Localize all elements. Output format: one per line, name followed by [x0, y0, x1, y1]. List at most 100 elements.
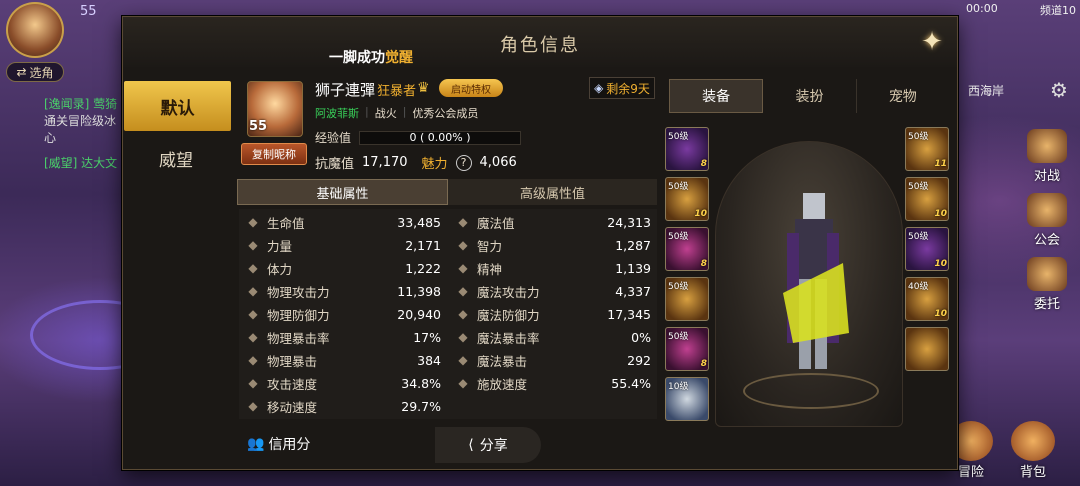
equipment-level: 50级	[668, 232, 689, 242]
copy-name-button[interactable]: 复制昵称	[241, 143, 307, 165]
intellect-icon: ◆	[458, 238, 468, 252]
heart-icon: ◆	[248, 215, 258, 229]
equipment-level: 50级	[908, 232, 929, 242]
move-speed-icon: ◆	[248, 399, 258, 413]
attribute-row: ◆ 体力 1,222	[245, 257, 441, 279]
equipment-level: 40级	[908, 282, 929, 292]
equipment-slot[interactable]: 50级	[665, 277, 709, 321]
attribute-row: ◆ 魔法暴击率 0%	[455, 326, 651, 348]
location-label: 西海岸	[968, 84, 1005, 98]
swap-icon: ⇄	[16, 65, 27, 79]
attribute-value: 1,222	[405, 260, 441, 276]
attribute-name: 移动速度	[267, 399, 318, 415]
diamond-icon: ◈	[594, 81, 604, 95]
tab-prestige[interactable]: 威望	[123, 133, 229, 183]
close-icon[interactable]: ✦	[915, 25, 949, 59]
attribute-name: 魔法攻击力	[477, 284, 540, 300]
attribute-name: 物理攻击力	[267, 284, 330, 300]
guild-button[interactable]: 公会	[1022, 192, 1072, 248]
server-tag: 阿波菲斯	[315, 107, 359, 120]
tab-advanced-attributes[interactable]: 高级属性值	[448, 179, 657, 205]
channel-label[interactable]: 频道10	[1040, 2, 1076, 18]
equipment-level: 50级	[908, 132, 929, 142]
equipment-slot[interactable]: 50级 8	[665, 327, 709, 371]
attribute-value: 1,287	[615, 237, 651, 253]
gear-icon[interactable]: ⚙	[1050, 78, 1068, 102]
attribute-row: ◆ 物理暴击率 17%	[245, 326, 441, 348]
tab-pet[interactable]: 宠物	[857, 79, 949, 113]
guild-icon	[1027, 193, 1067, 227]
equipment-slot[interactable]: 50级 8	[665, 227, 709, 271]
attribute-row: ◆ 魔法暴击 292	[455, 349, 651, 371]
share-button[interactable]: ⟨ 分享	[435, 427, 541, 463]
character-info-panel: 角色信息 一脚成功觉醒 ✦ 默认 威望 55 复制昵称 狮子連彈 狂暴者 ♛ 启…	[122, 16, 958, 470]
equipment-tabs: 装备 装扮 宠物	[669, 79, 949, 113]
equipment-slot[interactable]: 50级 10	[665, 177, 709, 221]
equipment-level: 50级	[668, 182, 689, 192]
sword-icon: ◆	[248, 284, 258, 298]
character-class: 狂暴者	[377, 84, 417, 99]
equipment-slot[interactable]: 50级 11	[905, 127, 949, 171]
side-tabs: 默认 威望	[123, 81, 231, 185]
attribute-name: 魔法值	[477, 215, 515, 231]
crown-icon: ♛	[417, 80, 430, 96]
credit-score-button[interactable]: 👥 信用分	[243, 427, 343, 461]
attribute-name: 魔法暴击	[477, 353, 528, 369]
enhance-badge: 10	[694, 209, 707, 219]
switch-character-button[interactable]: ⇄ 选角	[6, 62, 64, 82]
help-icon[interactable]: ?	[455, 154, 472, 171]
tab-equipment[interactable]: 装备	[669, 79, 764, 113]
equipment-level: 50级	[668, 332, 689, 342]
awaken-banner: 一脚成功觉醒	[329, 50, 413, 66]
attribute-row: ◆ 施放速度 55.4%	[455, 372, 651, 394]
attribute-row: ◆ 魔法值 24,313	[455, 211, 651, 233]
attribute-name: 魔法防御力	[477, 307, 540, 323]
tab-outfit[interactable]: 装扮	[763, 79, 857, 113]
equipment-level: 50级	[908, 182, 929, 192]
attribute-row: ◆ 魔法防御力 17,345	[455, 303, 651, 325]
guild-name[interactable]: 战火	[375, 105, 397, 121]
anti-magic-row: 抗魔值 17,170 魅力 ? 4,066	[315, 154, 517, 172]
equipment-slot[interactable]: 40级 10	[905, 277, 949, 321]
attribute-value: 24,313	[607, 214, 651, 230]
attribute-name: 魔法暴击率	[477, 330, 540, 346]
attribute-row: ◆ 攻击速度 34.8%	[245, 372, 441, 394]
enhance-badge: 8	[700, 159, 707, 169]
enhance-badge: 10	[934, 259, 947, 269]
magic-crit-dmg-icon: ◆	[458, 353, 468, 367]
attribute-row: ◆ 生命值 33,485	[245, 211, 441, 233]
attribute-value: 33,485	[397, 214, 441, 230]
equipment-slot[interactable]: 50级 10	[905, 177, 949, 221]
player-avatar[interactable]	[6, 2, 64, 58]
attribute-name: 攻击速度	[267, 376, 318, 392]
attribute-value: 1,139	[615, 260, 651, 276]
shield-icon: ◆	[248, 307, 258, 321]
magic-attack-icon: ◆	[458, 284, 468, 298]
privilege-button[interactable]: 启动特权	[439, 79, 503, 97]
tab-basic-attributes[interactable]: 基础属性	[237, 179, 448, 205]
swords-icon	[1027, 129, 1067, 163]
tab-default[interactable]: 默认	[124, 81, 231, 131]
attribute-tabs: 基础属性 高级属性值	[237, 179, 657, 205]
attribute-value: 11,398	[397, 283, 441, 299]
attribute-value: 55.4%	[611, 375, 651, 391]
attribute-name: 智力	[477, 238, 503, 254]
people-icon: 👥	[247, 436, 265, 452]
guild-role: 优秀公会成员	[412, 107, 479, 120]
attribute-name: 物理暴击	[267, 353, 318, 369]
equipment-slot[interactable]	[905, 327, 949, 371]
attribute-name: 精神	[477, 261, 503, 277]
chat-preview[interactable]: [逸闻录] 莺猗 通关冒险级冰心 [威望] 达大文	[44, 96, 126, 172]
character-tags: 阿波菲斯 | 战火 | 优秀公会成员	[315, 105, 479, 121]
equipment-slot[interactable]: 50级 10	[905, 227, 949, 271]
equipment-level: 50级	[668, 282, 689, 292]
character-level: 55	[249, 119, 268, 134]
battle-button[interactable]: 对战	[1022, 128, 1072, 184]
cast-speed-icon: ◆	[458, 376, 468, 390]
commission-button[interactable]: 委托	[1022, 256, 1072, 312]
attribute-value: 2,171	[405, 237, 441, 253]
character-name: 狮子連彈	[315, 81, 376, 99]
equipment-slot[interactable]: 50级 8	[665, 127, 709, 171]
equipment-slot[interactable]: 10级	[665, 377, 709, 421]
bag-button[interactable]: 背包	[1006, 418, 1060, 480]
